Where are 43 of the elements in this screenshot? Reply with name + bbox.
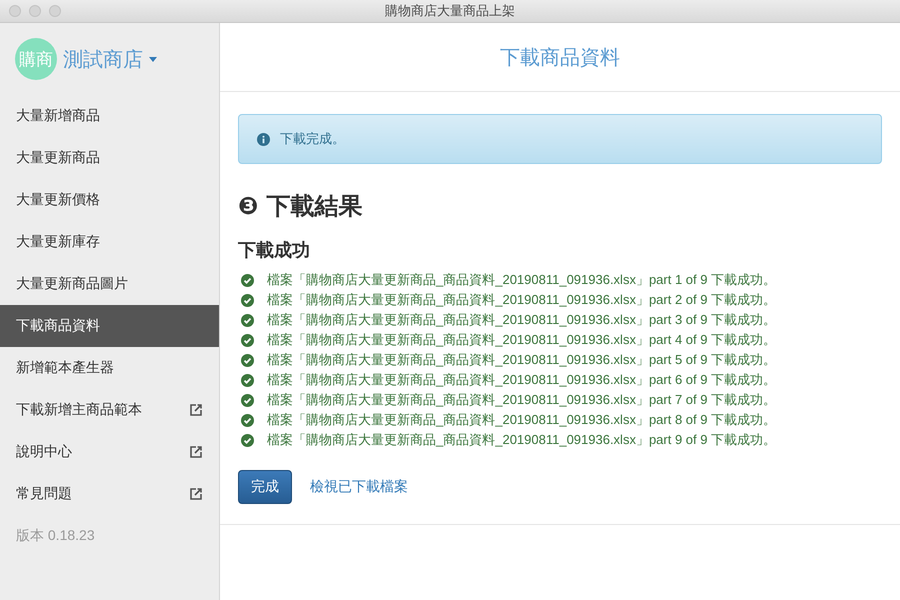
info-icon bbox=[257, 132, 270, 146]
check-circle-icon bbox=[241, 274, 254, 286]
result-message: 檔案「購物商店大量更新商品_商品資料_20190811_091936.xlsx」part 5 of 9 下載成功。 bbox=[267, 351, 776, 369]
subheading: 下載成功 bbox=[238, 240, 310, 260]
sidebar-item[interactable]: 新增範本產生器 bbox=[0, 347, 219, 389]
result-message: 檔案「購物商店大量更新商品_商品資料_20190811_091936.xlsx」part 2 of 9 下載成功。 bbox=[267, 291, 776, 309]
check-circle-icon bbox=[241, 434, 254, 446]
store-avatar: 購商 bbox=[15, 38, 57, 80]
page-title: 下載商品資料 bbox=[500, 46, 620, 70]
success-alert: 下載完成。 bbox=[238, 114, 882, 164]
sidebar-item[interactable]: 大量更新商品 bbox=[0, 137, 219, 179]
result-message: 檔案「購物商店大量更新商品_商品資料_20190811_091936.xlsx」part 3 of 9 下載成功。 bbox=[267, 311, 776, 329]
check-circle-icon bbox=[241, 294, 254, 306]
sidebar-item[interactable]: 大量更新庫存 bbox=[0, 221, 219, 263]
result-message: 檔案「購物商店大量更新商品_商品資料_20190811_091936.xlsx」part 8 of 9 下載成功。 bbox=[267, 411, 776, 429]
sidebar-item[interactable]: 大量更新商品圖片 bbox=[0, 263, 219, 305]
check-circle-icon bbox=[241, 354, 254, 366]
check-circle-icon bbox=[241, 314, 254, 326]
check-circle-icon bbox=[241, 334, 254, 346]
section-heading: 下載結果 bbox=[266, 192, 362, 222]
version-label: 版本 0.18.23 bbox=[15, 526, 96, 545]
view-downloads-link[interactable]: 檢視已下載檔案 bbox=[310, 478, 408, 496]
window-control-button[interactable] bbox=[29, 5, 41, 17]
check-circle-icon bbox=[241, 394, 254, 406]
window-title: 購物商店大量商品上架 bbox=[385, 3, 515, 18]
result-message: 檔案「購物商店大量更新商品_商品資料_20190811_091936.xlsx」part 4 of 9 下載成功。 bbox=[267, 331, 776, 349]
check-circle-icon bbox=[241, 414, 254, 426]
sidebar-item[interactable]: 下載新增主商品範本 bbox=[0, 389, 219, 431]
sidebar-item[interactable]: 大量新增商品 bbox=[0, 95, 219, 137]
result-message: 檔案「購物商店大量更新商品_商品資料_20190811_091936.xlsx」part 7 of 9 下載成功。 bbox=[267, 391, 776, 409]
sidebar-item[interactable]: 常見問題 bbox=[0, 473, 219, 515]
caret-icon bbox=[149, 56, 157, 62]
result-message: 檔案「購物商店大量更新商品_商品資料_20190811_091936.xlsx」part 6 of 9 下載成功。 bbox=[267, 371, 776, 389]
result-message: 檔案「購物商店大量更新商品_商品資料_20190811_091936.xlsx」part 9 of 9 下載成功。 bbox=[267, 431, 776, 449]
window-control-button[interactable] bbox=[9, 5, 21, 17]
step-number: ❸ bbox=[238, 192, 258, 220]
window-control-button[interactable] bbox=[49, 5, 61, 17]
sidebar-item[interactable]: 說明中心 bbox=[0, 431, 219, 473]
sidebar-item[interactable]: 下載商品資料 bbox=[0, 305, 219, 347]
check-circle-icon bbox=[241, 374, 254, 386]
sidebar-item[interactable]: 大量更新價格 bbox=[0, 179, 219, 221]
done-button[interactable]: 完成 bbox=[238, 470, 292, 504]
result-message: 檔案「購物商店大量更新商品_商品資料_20190811_091936.xlsx」part 1 of 9 下載成功。 bbox=[267, 271, 776, 289]
